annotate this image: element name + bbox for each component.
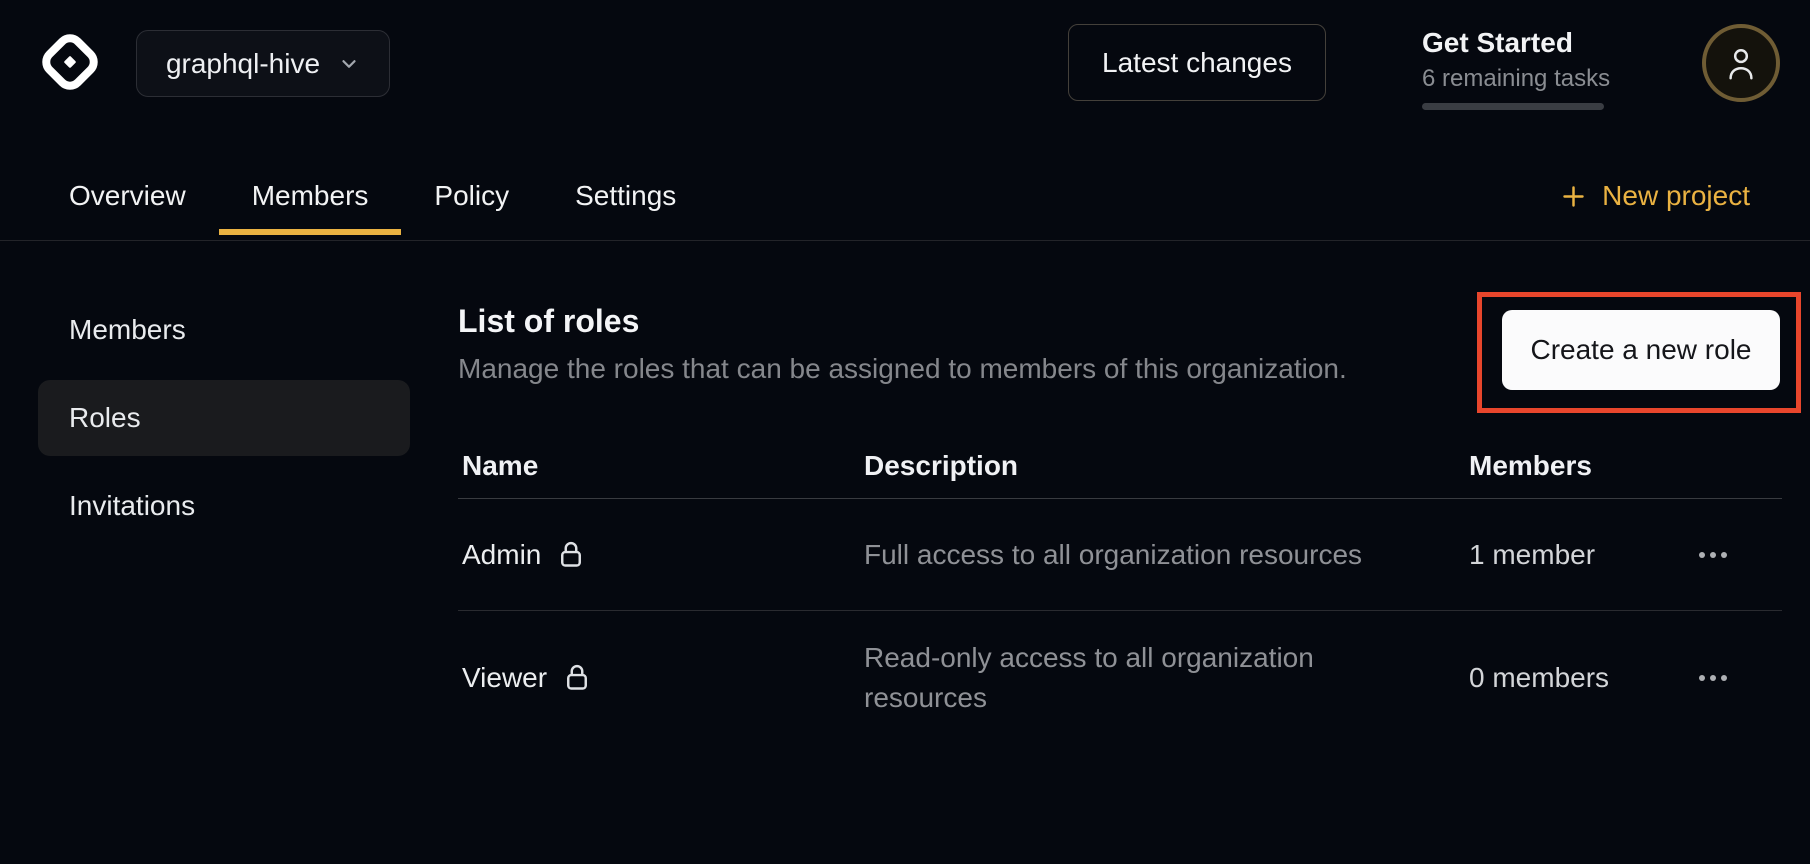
role-description: Full access to all organization resource… <box>860 535 1405 575</box>
user-avatar-button[interactable] <box>1702 24 1780 102</box>
tab-policy[interactable]: Policy <box>401 158 542 234</box>
latest-changes-button[interactable]: Latest changes <box>1068 24 1326 101</box>
person-icon <box>1724 45 1758 81</box>
get-started-widget[interactable]: Get Started 6 remaining tasks <box>1422 26 1622 110</box>
sidebar-item-roles[interactable]: Roles <box>38 380 410 456</box>
chevron-down-icon <box>338 53 360 75</box>
table-row-viewer: Viewer Read-only access to all organizat… <box>458 611 1782 745</box>
get-started-remaining-tasks: 6 remaining tasks <box>1422 64 1622 94</box>
column-header-description: Description <box>860 450 1465 482</box>
new-project-label: New project <box>1602 180 1750 212</box>
org-name: graphql-hive <box>166 48 320 80</box>
role-description: Read-only access to all organization res… <box>860 638 1405 718</box>
roles-table: Name Description Members Admin Full acce… <box>458 434 1782 745</box>
role-name: Admin <box>462 539 541 571</box>
plus-icon <box>1560 183 1587 210</box>
role-member-count: 0 members <box>1465 662 1690 694</box>
roles-table-header: Name Description Members <box>458 434 1782 499</box>
create-new-role-button[interactable]: Create a new role <box>1502 310 1780 390</box>
org-switcher-button[interactable]: graphql-hive <box>136 30 390 97</box>
sidebar-item-invitations[interactable]: Invitations <box>38 468 410 544</box>
new-project-link[interactable]: New project <box>1560 158 1750 234</box>
get-started-title: Get Started <box>1422 26 1622 60</box>
hive-logo-icon[interactable] <box>38 30 102 94</box>
page-title: List of roles <box>458 303 639 340</box>
column-header-members: Members <box>1465 450 1690 482</box>
org-tab-bar: Overview Members Policy Settings <box>36 158 709 234</box>
role-member-count: 1 member <box>1465 539 1690 571</box>
row-menu-ellipsis-icon[interactable] <box>1695 665 1731 691</box>
tab-settings[interactable]: Settings <box>542 158 709 234</box>
row-menu-ellipsis-icon[interactable] <box>1695 542 1731 568</box>
table-row-admin: Admin Full access to all organization re… <box>458 499 1782 611</box>
tab-overview[interactable]: Overview <box>36 158 219 234</box>
lock-icon <box>557 539 585 571</box>
role-name: Viewer <box>462 662 547 694</box>
column-header-name: Name <box>458 450 860 482</box>
page-subtitle: Manage the roles that can be assigned to… <box>458 353 1347 385</box>
tabbar-divider <box>0 240 1810 241</box>
tab-members[interactable]: Members <box>219 158 402 234</box>
members-section-sidebar: Members Roles Invitations <box>38 292 410 556</box>
lock-icon <box>563 662 591 694</box>
get-started-progress-bar <box>1422 103 1604 110</box>
sidebar-item-members[interactable]: Members <box>38 292 410 368</box>
